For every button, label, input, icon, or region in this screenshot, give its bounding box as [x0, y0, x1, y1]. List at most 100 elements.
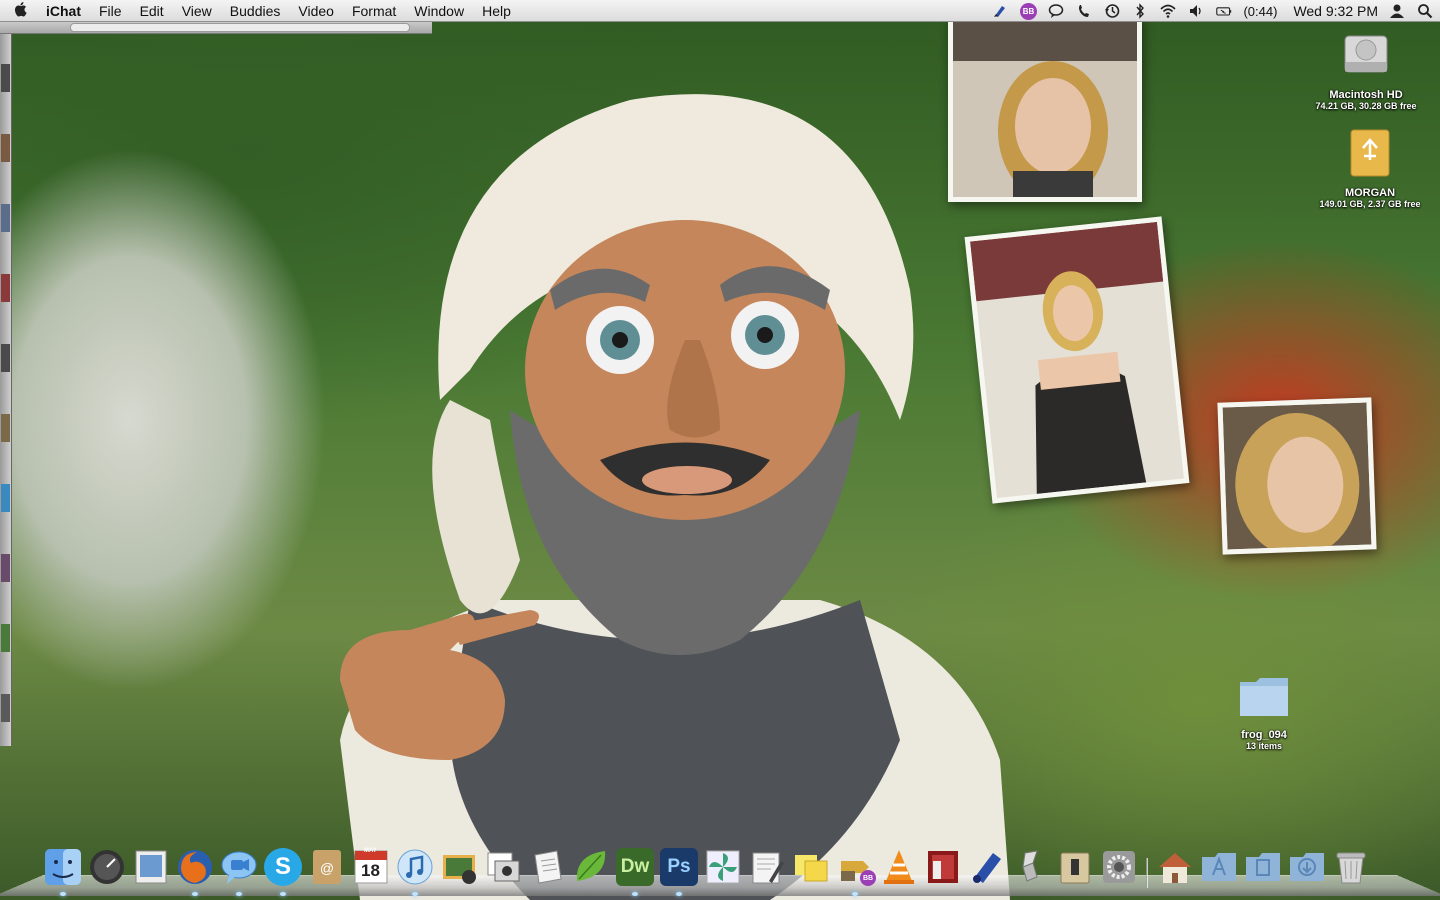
folder-icon: [1240, 678, 1288, 716]
desktop-icon-macintosh-hd[interactable]: Macintosh HD 74.21 GB, 30.28 GB free: [1306, 28, 1426, 111]
gear-icon: [1103, 851, 1135, 883]
menu-bar: iChat File Edit View Buddies Video Forma…: [0, 0, 1440, 22]
dock-image-capture[interactable]: [482, 846, 524, 888]
dock-address-book[interactable]: @: [306, 846, 348, 888]
side-thumbnail: [1, 204, 10, 232]
dock-growl[interactable]: [570, 846, 612, 888]
menu-extras: BB (0:44) Wed 9:32 PM: [991, 0, 1434, 22]
dock-photo-booth[interactable]: [922, 846, 964, 888]
side-thumbnail: [1, 134, 10, 162]
running-indicator: [192, 892, 198, 896]
dock-trash[interactable]: [1330, 846, 1372, 888]
dock-dashboard[interactable]: [86, 846, 128, 888]
dock-script-editor[interactable]: [746, 846, 788, 888]
dock-photoshop[interactable]: Ps: [658, 846, 700, 896]
wallpaper-puppet-illustration: [340, 94, 1010, 900]
desktop-icon-morgan[interactable]: MORGAN 149.01 GB, 2.37 GB free: [1310, 126, 1430, 209]
dock-applications-stack[interactable]: [1198, 846, 1240, 888]
dock-finder[interactable]: [42, 846, 84, 896]
speech-bubble-icon[interactable]: [1047, 2, 1065, 20]
side-thumbnail: [1, 624, 10, 652]
app-menu-ichat[interactable]: iChat: [40, 3, 90, 19]
image-capture-icon: [487, 852, 520, 882]
photo-widget[interactable]: [964, 216, 1190, 504]
dock-system-preferences[interactable]: [1098, 846, 1140, 888]
menu-help[interactable]: Help: [473, 3, 520, 19]
bb-badge-icon: BB: [860, 870, 876, 886]
bluetooth-icon[interactable]: [1131, 2, 1149, 20]
dock-downloads-stack[interactable]: [1286, 846, 1328, 888]
photo-image: [1222, 402, 1372, 557]
background-window-top[interactable]: [0, 22, 432, 34]
dock-documents-stack[interactable]: [1242, 846, 1284, 888]
running-indicator: [852, 892, 858, 896]
dock-vlc[interactable]: [878, 846, 920, 888]
ical-month: MAY: [364, 848, 377, 854]
dock-firefox[interactable]: [174, 846, 216, 896]
dock-stickies[interactable]: [790, 846, 832, 888]
dock-separator: [1142, 848, 1152, 888]
dock-home[interactable]: [1154, 846, 1196, 888]
dock-itunes[interactable]: [394, 846, 436, 896]
ichat-icon: [221, 851, 257, 884]
flashlight-icon: [1022, 850, 1038, 882]
menu-buddies[interactable]: Buddies: [221, 3, 290, 19]
firefox-icon: [178, 850, 212, 884]
wifi-icon[interactable]: [1159, 2, 1177, 20]
dock-dictionary[interactable]: [1054, 846, 1096, 888]
dock-iphoto[interactable]: [438, 846, 480, 888]
dock-textedit[interactable]: [526, 846, 568, 888]
menu-video[interactable]: Video: [289, 3, 343, 19]
dock-preview[interactable]: [130, 846, 172, 888]
dock: S @ MAY 18 Dw Ps BB: [42, 842, 1372, 896]
background-window-field[interactable]: [70, 23, 410, 32]
background-window-side[interactable]: [0, 34, 12, 746]
menu-view[interactable]: View: [173, 3, 221, 19]
ical-date: 18: [361, 861, 380, 880]
menu-edit[interactable]: Edit: [131, 3, 173, 19]
apple-menu-icon[interactable]: [0, 1, 40, 21]
desktop-icon-frog-094[interactable]: frog_094 13 items: [1204, 672, 1324, 751]
iphoto-icon: [443, 855, 476, 884]
side-thumbnail: [1, 64, 10, 92]
running-indicator: [280, 892, 286, 896]
time-machine-icon[interactable]: [1103, 2, 1121, 20]
textedit-icon: [534, 850, 562, 884]
dock-boot-camp[interactable]: BB: [834, 846, 876, 896]
photo-widget[interactable]: [1217, 397, 1377, 557]
script-icon[interactable]: [991, 2, 1009, 20]
phone-icon[interactable]: [1075, 2, 1093, 20]
menu-window[interactable]: Window: [405, 3, 473, 19]
side-thumbnail: [1, 274, 10, 302]
menu-file[interactable]: File: [90, 3, 131, 19]
photo-widget[interactable]: [948, 16, 1142, 202]
dock-skype[interactable]: S: [262, 846, 304, 896]
dock-xcode[interactable]: [966, 846, 1008, 888]
running-indicator: [412, 892, 418, 896]
running-indicator: [676, 892, 682, 896]
photo-booth-icon: [928, 851, 958, 883]
side-thumbnail: [1, 484, 10, 512]
running-indicator: [632, 892, 638, 896]
volume-icon[interactable]: [1187, 2, 1205, 20]
clock[interactable]: Wed 9:32 PM: [1293, 3, 1378, 19]
dock-dreamweaver[interactable]: Dw: [614, 846, 656, 896]
running-indicator: [236, 892, 242, 896]
itunes-icon: [397, 849, 433, 885]
bb-badge-icon[interactable]: BB: [1019, 2, 1037, 20]
home-icon: [1159, 853, 1191, 883]
pinwheel-icon: [706, 850, 740, 884]
dock-flashlight[interactable]: [1010, 846, 1052, 888]
finder-icon: [45, 849, 81, 885]
user-icon[interactable]: [1388, 2, 1406, 20]
menu-format[interactable]: Format: [343, 3, 405, 19]
side-thumbnail: [1, 414, 10, 442]
downloads-folder-icon: [1290, 853, 1324, 881]
trash-icon: [1336, 852, 1366, 884]
dock-ichat[interactable]: [218, 846, 260, 896]
dock-ical[interactable]: MAY 18: [350, 846, 392, 888]
spotlight-icon[interactable]: [1416, 2, 1434, 20]
battery-icon[interactable]: [1215, 2, 1233, 20]
photo-image: [953, 21, 1137, 201]
dock-pinwheel[interactable]: [702, 846, 744, 888]
